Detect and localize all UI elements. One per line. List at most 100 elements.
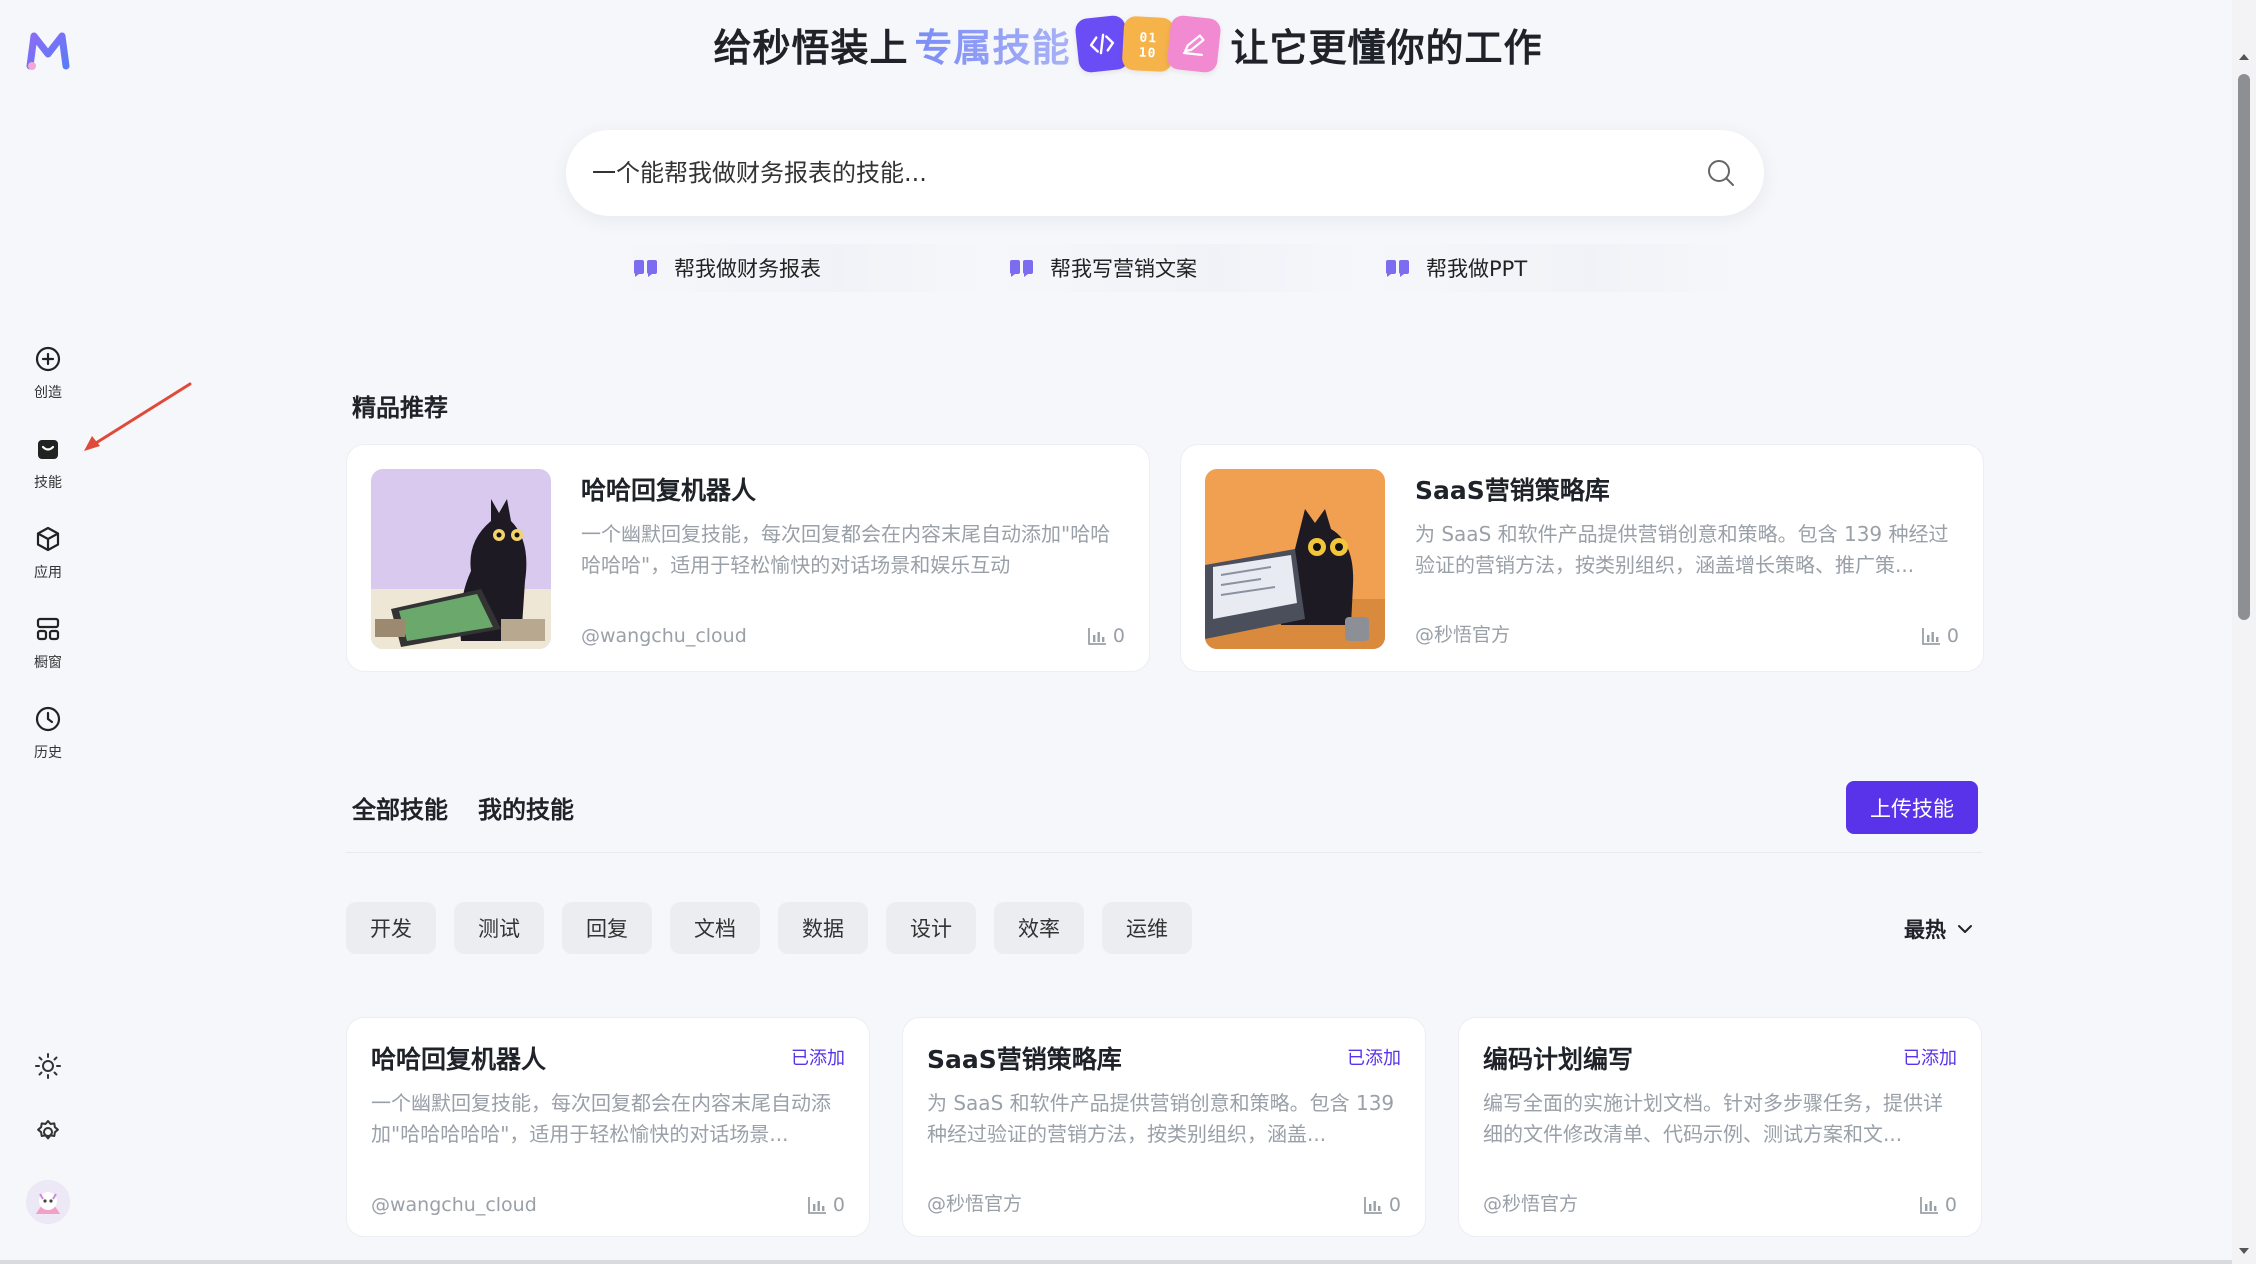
skill-card-desc: 编写全面的实施计划文档。针对多步骤任务，提供详细的文件修改清单、代码示例、测试方… [1483, 1091, 1943, 1146]
sidebar-item-skills[interactable]: 技能 [18, 434, 78, 504]
cube-icon [36, 526, 60, 552]
category-chip[interactable]: 效率 [994, 902, 1084, 954]
skill-card[interactable]: 哈哈回复机器人 已添加 一个幽默回复技能，每次回复都会在内容末尾自动添加"哈哈哈… [346, 1017, 870, 1237]
hero-highlight: 专属技能 [914, 17, 1070, 72]
search-icon[interactable] [1704, 156, 1738, 190]
binary-icon: 01 10 [1121, 15, 1174, 73]
skill-card-author: @wangchu_cloud [371, 1194, 537, 1216]
featured-card-body: SaaS营销策略库 为 SaaS 和软件产品提供营销创意和策略。包含 139 种… [1415, 469, 1959, 647]
user-avatar-icon [26, 1180, 70, 1224]
sort-dropdown[interactable]: 最热 [1904, 914, 1974, 944]
code-icon [1073, 14, 1130, 74]
plus-circle-icon [35, 346, 61, 372]
sidebar-item-history[interactable]: 历史 [18, 704, 78, 774]
sidebar-item-label: 橱窗 [34, 655, 62, 671]
bar-chart-icon [1920, 1197, 1938, 1214]
divider [346, 852, 1982, 853]
sidebar-item-label: 技能 [34, 475, 62, 491]
bar-chart-icon [1088, 628, 1106, 645]
pencil-icon [1165, 14, 1222, 74]
tab-all-skills[interactable]: 全部技能 [352, 790, 448, 825]
chevron-down-icon [1958, 925, 1972, 933]
skill-bag-icon [38, 440, 58, 459]
hero-prefix: 给秒悟装上 [713, 25, 909, 70]
hero-title: 给秒悟装上 专属技能 01 10 让它更懂你的工作 [0, 14, 2256, 74]
usage-stat: 0 [807, 1194, 845, 1216]
usage-count: 0 [1944, 1194, 1957, 1216]
suggestion-list: 帮我做财务报表 帮我写营销文案 帮我做PPT [614, 244, 1742, 292]
search-input[interactable] [592, 159, 1704, 187]
suggestion-item[interactable]: 帮我做财务报表 [614, 244, 990, 292]
app-root: 创造 技能 应用 橱窗 历史 给秒悟装上 专属技能 01 10 让它更懂你的工作… [0, 0, 2256, 1264]
skill-card-title: SaaS营销策略库 [927, 1045, 1122, 1074]
status-badge: 已添加 [791, 1048, 845, 1069]
category-chip[interactable]: 回复 [562, 902, 652, 954]
theme-toggle-button[interactable] [30, 1048, 66, 1084]
skill-card-author: @秒悟官方 [927, 1193, 1023, 1215]
featured-title: 精品推荐 [352, 394, 448, 422]
settings-button[interactable] [30, 1114, 66, 1150]
featured-card-desc: 为 SaaS 和软件产品提供营销创意和策略。包含 139 种经过验证的营销方法，… [1415, 522, 1949, 577]
featured-card[interactable]: 哈哈回复机器人 一个幽默回复技能，每次回复都会在内容末尾自动添加"哈哈哈哈哈"，… [346, 444, 1150, 672]
skill-card[interactable]: SaaS营销策略库 已添加 为 SaaS 和软件产品提供营销创意和策略。包含 1… [902, 1017, 1426, 1237]
window-bottom-edge [0, 1260, 2232, 1264]
bar-chart-icon [808, 1197, 826, 1214]
suggestion-label: 帮我做财务报表 [674, 257, 821, 281]
category-chip[interactable]: 开发 [346, 902, 436, 954]
category-chip[interactable]: 数据 [778, 902, 868, 954]
svg-text:01: 01 [1139, 31, 1157, 47]
sidebar-item-label: 应用 [34, 565, 62, 581]
featured-card[interactable]: SaaS营销策略库 为 SaaS 和软件产品提供营销创意和策略。包含 139 种… [1180, 444, 1984, 672]
annotation-arrow [84, 382, 192, 451]
suggestion-item[interactable]: 帮我做PPT [1366, 244, 1742, 292]
skill-card-desc: 为 SaaS 和软件产品提供营销创意和策略。包含 139 种经过验证的营销方法，… [927, 1091, 1395, 1146]
hero-suffix: 让它更懂你的工作 [1230, 25, 1543, 70]
usage-stat: 0 [1087, 625, 1125, 647]
category-chip[interactable]: 设计 [886, 902, 976, 954]
skill-card[interactable]: 编码计划编写 已添加 编写全面的实施计划文档。针对多步骤任务，提供详细的文件修改… [1458, 1017, 1982, 1237]
search-bar [566, 130, 1764, 216]
status-badge: 已添加 [1903, 1048, 1957, 1069]
sidebar: 创造 技能 应用 橱窗 历史 [0, 0, 96, 1264]
featured-card-title: 哈哈回复机器人 [581, 476, 757, 505]
bar-chart-icon [1922, 628, 1940, 645]
featured-card-desc: 一个幽默回复技能，每次回复都会在内容末尾自动添加"哈哈哈哈哈"，适用于轻松愉快的… [581, 522, 1111, 577]
hero-badges: 01 10 [1073, 14, 1222, 74]
usage-count: 0 [1946, 625, 1959, 647]
sidebar-item-label: 创造 [34, 385, 62, 401]
featured-card-author: @秒悟官方 [1415, 624, 1511, 646]
usage-count: 0 [832, 1194, 845, 1216]
quote-icon [634, 260, 657, 277]
featured-card-author: @wangchu_cloud [581, 625, 747, 647]
cat-tablet-image [371, 469, 551, 649]
category-chip[interactable]: 文档 [670, 902, 760, 954]
scroll-down-arrow-icon[interactable] [2237, 1244, 2251, 1258]
bar-chart-icon [1364, 1197, 1382, 1214]
cat-laptop-image [1205, 469, 1385, 649]
category-chip[interactable]: 测试 [454, 902, 544, 954]
featured-card-title: SaaS营销策略库 [1415, 476, 1610, 505]
layout-grid-icon [36, 617, 60, 641]
tab-my-skills[interactable]: 我的技能 [478, 790, 574, 825]
skill-card-title: 编码计划编写 [1483, 1045, 1634, 1074]
suggestion-item[interactable]: 帮我写营销文案 [990, 244, 1366, 292]
svg-text:10: 10 [1138, 46, 1156, 62]
usage-stat: 0 [1363, 1194, 1401, 1216]
scroll-up-arrow-icon[interactable] [2237, 50, 2251, 64]
sidebar-item-apps[interactable]: 应用 [18, 524, 78, 594]
usage-count: 0 [1388, 1194, 1401, 1216]
sidebar-item-create[interactable]: 创造 [18, 344, 78, 414]
sidebar-item-showcase[interactable]: 橱窗 [18, 614, 78, 684]
gear-icon [37, 1120, 59, 1140]
featured-card-body: 哈哈回复机器人 一个幽默回复技能，每次回复都会在内容末尾自动添加"哈哈哈哈哈"，… [581, 469, 1125, 647]
skill-card-author: @秒悟官方 [1483, 1193, 1579, 1215]
sun-icon [35, 1053, 61, 1079]
upload-skill-button[interactable]: 上传技能 [1846, 781, 1978, 834]
suggestion-label: 帮我做PPT [1426, 257, 1528, 281]
usage-count: 0 [1112, 625, 1125, 647]
category-chip[interactable]: 运维 [1102, 902, 1192, 954]
scrollbar-thumb[interactable] [2238, 74, 2250, 620]
avatar[interactable] [26, 1180, 70, 1224]
suggestion-label: 帮我写营销文案 [1050, 257, 1197, 281]
sort-label: 最热 [1904, 918, 1946, 942]
